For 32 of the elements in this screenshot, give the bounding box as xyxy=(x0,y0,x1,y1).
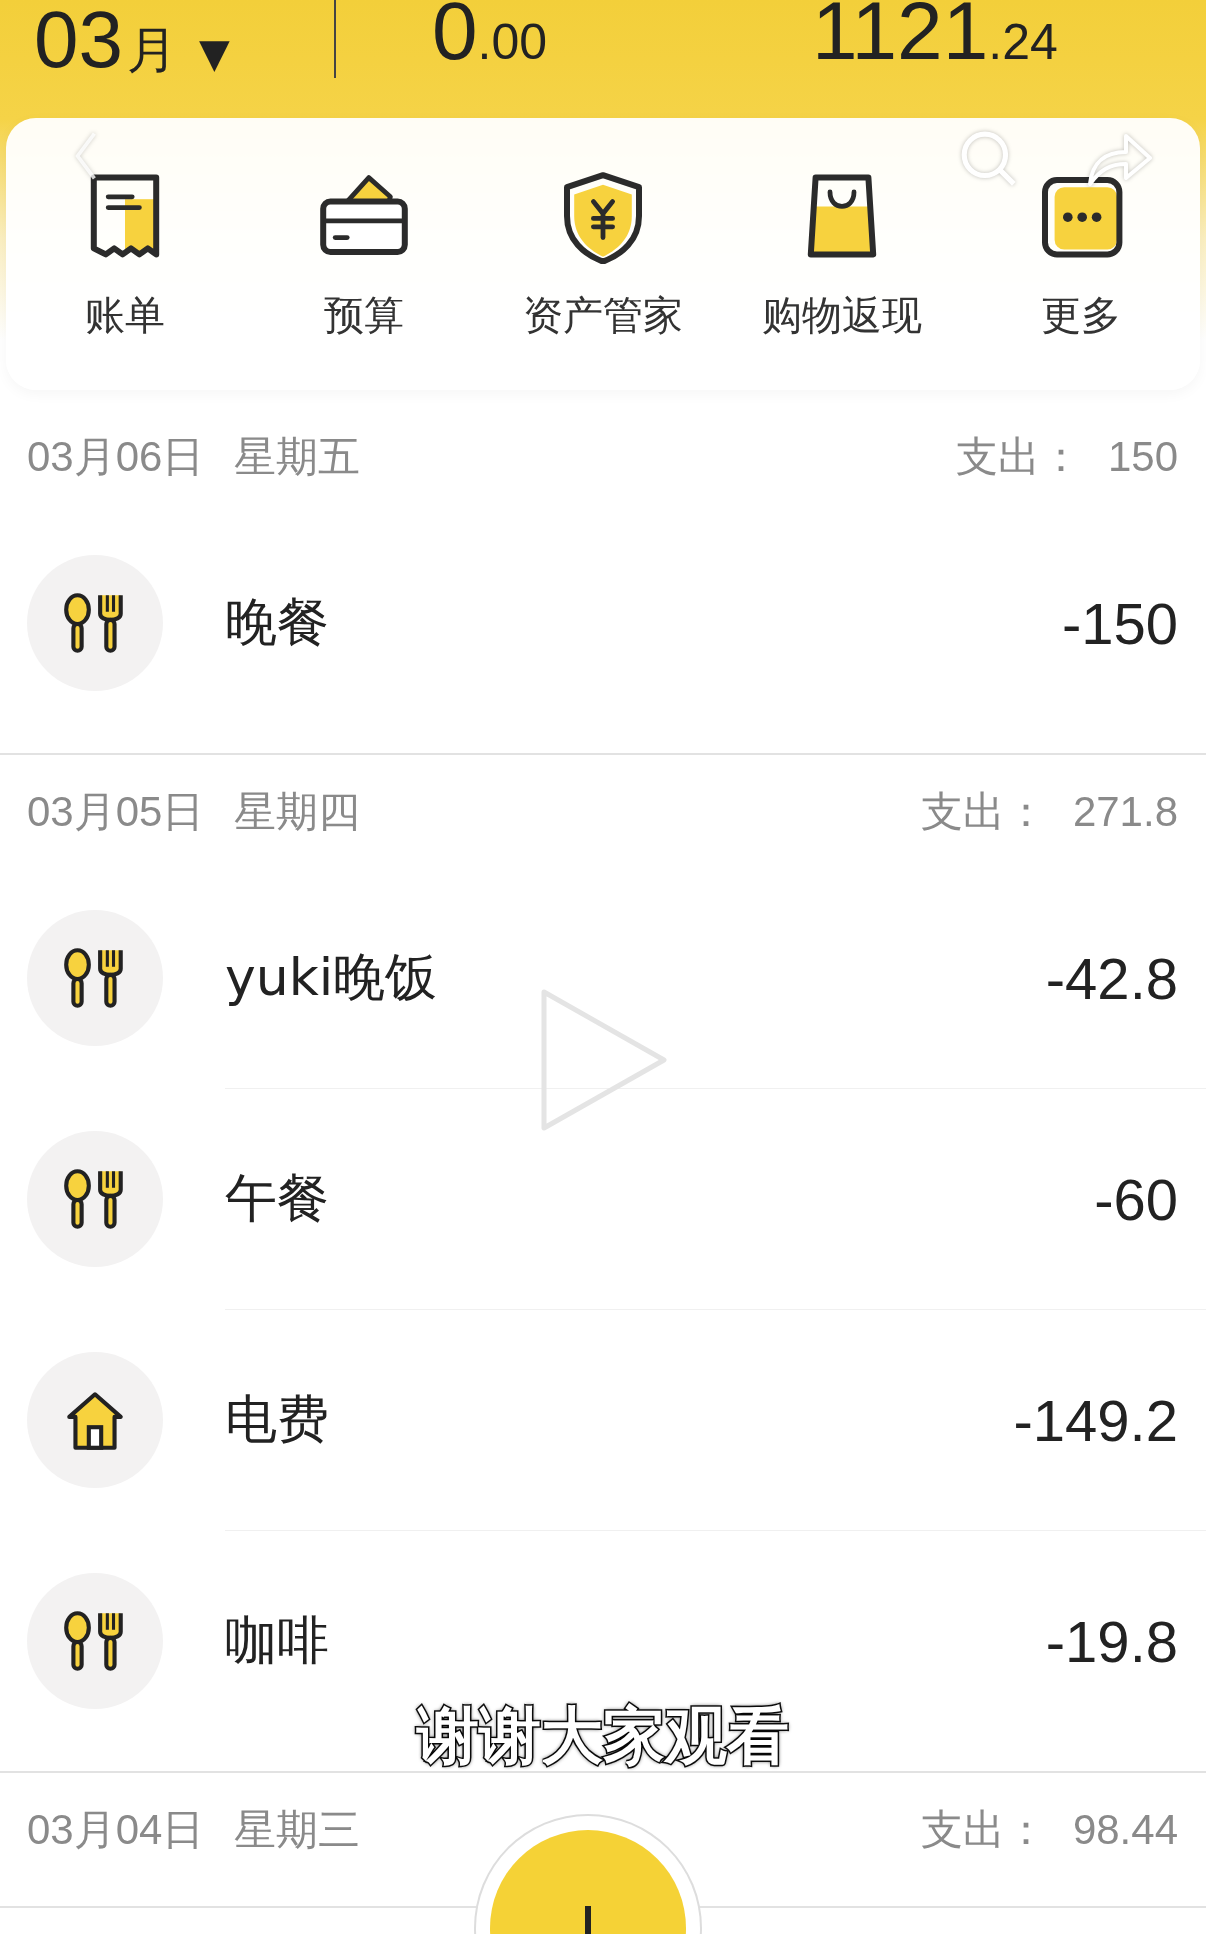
shortcut-label[interactable]: 预算 xyxy=(324,288,405,343)
shortcut-label[interactable]: 更多 xyxy=(1040,288,1121,343)
entry-title[interactable]: yuki晚饭 xyxy=(225,943,438,1013)
month-number[interactable]: 03 xyxy=(34,0,123,86)
income-amount: 0.00 xyxy=(432,0,549,78)
day-date: 03月04日 xyxy=(27,1804,205,1855)
entry-title[interactable]: 午餐 xyxy=(225,1164,329,1234)
entry-amount: -19.8 xyxy=(1045,1607,1178,1675)
day-date: 03月05日 xyxy=(27,786,205,837)
month-unit[interactable]: 月 xyxy=(127,17,177,84)
shortcut-label[interactable]: 购物返现 xyxy=(761,288,922,343)
entry-title[interactable]: 晚餐 xyxy=(225,588,329,658)
day-weekday: 星期五 xyxy=(234,431,361,482)
shortcut-label[interactable]: 资产管家 xyxy=(523,288,683,343)
caret-icon[interactable]: ▼ xyxy=(199,30,230,76)
day-weekday: 星期三 xyxy=(234,1804,361,1855)
day-expense: 150 xyxy=(1107,432,1178,481)
entry-title[interactable]: 咖啡 xyxy=(225,1606,329,1676)
expense-label: 支出： xyxy=(955,431,1082,482)
day-expense: 271.8 xyxy=(1072,787,1178,836)
entry-amount: -42.8 xyxy=(1045,944,1178,1012)
expense-label: 支出： xyxy=(920,1804,1047,1855)
shortcut-label[interactable]: 账单 xyxy=(85,288,166,343)
balance-amount: 1121.24 xyxy=(812,0,1058,78)
day-date: 03月06日 xyxy=(27,431,205,482)
entry-amount: -150 xyxy=(1061,589,1178,657)
entry-title[interactable]: 电费 xyxy=(225,1385,329,1455)
day-expense: 98.44 xyxy=(1072,1805,1178,1854)
entry-amount: -60 xyxy=(1094,1165,1178,1233)
entry-amount: -149.2 xyxy=(1013,1386,1178,1454)
expense-label: 支出： xyxy=(920,786,1047,837)
day-weekday: 星期四 xyxy=(234,786,361,837)
